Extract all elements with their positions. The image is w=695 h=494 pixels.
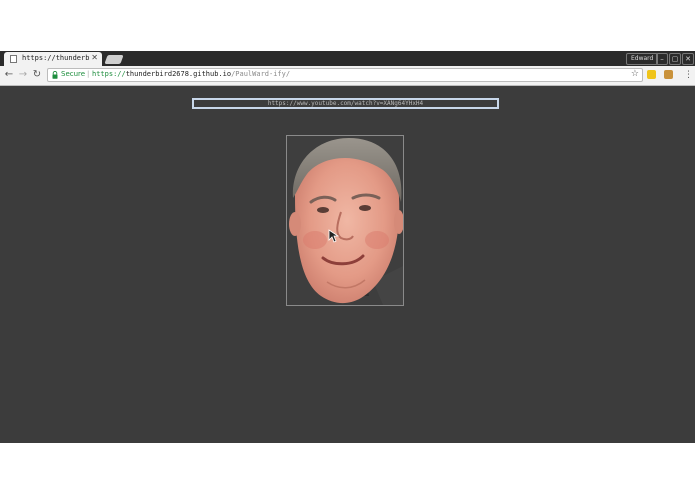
maximize-button[interactable]: ▢ — [669, 53, 681, 65]
bookmark-star-icon[interactable]: ☆ — [631, 69, 639, 79]
active-tab[interactable]: https://thunderbird2678 ✕ — [4, 52, 102, 66]
back-button[interactable]: ← — [3, 69, 15, 81]
extension-bolt-icon[interactable] — [647, 70, 656, 79]
youtube-url-input[interactable] — [192, 98, 499, 109]
extension-dog-icon[interactable] — [664, 70, 673, 79]
url-scheme: https:// — [92, 70, 126, 78]
url-separator: | — [87, 70, 90, 78]
browser-toolbar: ← → ↻ Secure | https://thunderbird2678.g… — [0, 66, 695, 86]
url-text[interactable]: https://thunderbird2678.github.io/PaulWa… — [92, 70, 290, 78]
page-icon — [10, 55, 17, 63]
secure-label: Secure — [61, 70, 86, 78]
address-bar[interactable]: Secure | https://thunderbird2678.github.… — [47, 68, 643, 82]
browser-window: https://thunderbird2678 ✕ Edward – ▢ ✕ ←… — [0, 51, 695, 443]
profile-button[interactable]: Edward — [626, 53, 659, 65]
forward-button[interactable]: → — [17, 69, 29, 81]
reload-button[interactable]: ↻ — [31, 69, 43, 81]
url-host: thunderbird2678.github.io — [125, 70, 232, 78]
minimize-button[interactable]: – — [656, 53, 668, 65]
chrome-menu-icon[interactable]: ⋮ — [684, 68, 693, 82]
close-window-button[interactable]: ✕ — [682, 53, 694, 65]
page-content — [0, 86, 695, 443]
tab-title: https://thunderbird2678 — [22, 54, 90, 62]
face-image — [289, 138, 403, 305]
url-path: /PaulWard-ify/ — [231, 70, 291, 78]
tab-strip: https://thunderbird2678 ✕ Edward – ▢ ✕ — [0, 51, 695, 66]
face-image-frame — [286, 135, 404, 306]
new-tab-button[interactable] — [104, 55, 124, 64]
lock-icon — [52, 71, 58, 79]
close-tab-icon[interactable]: ✕ — [91, 53, 98, 62]
